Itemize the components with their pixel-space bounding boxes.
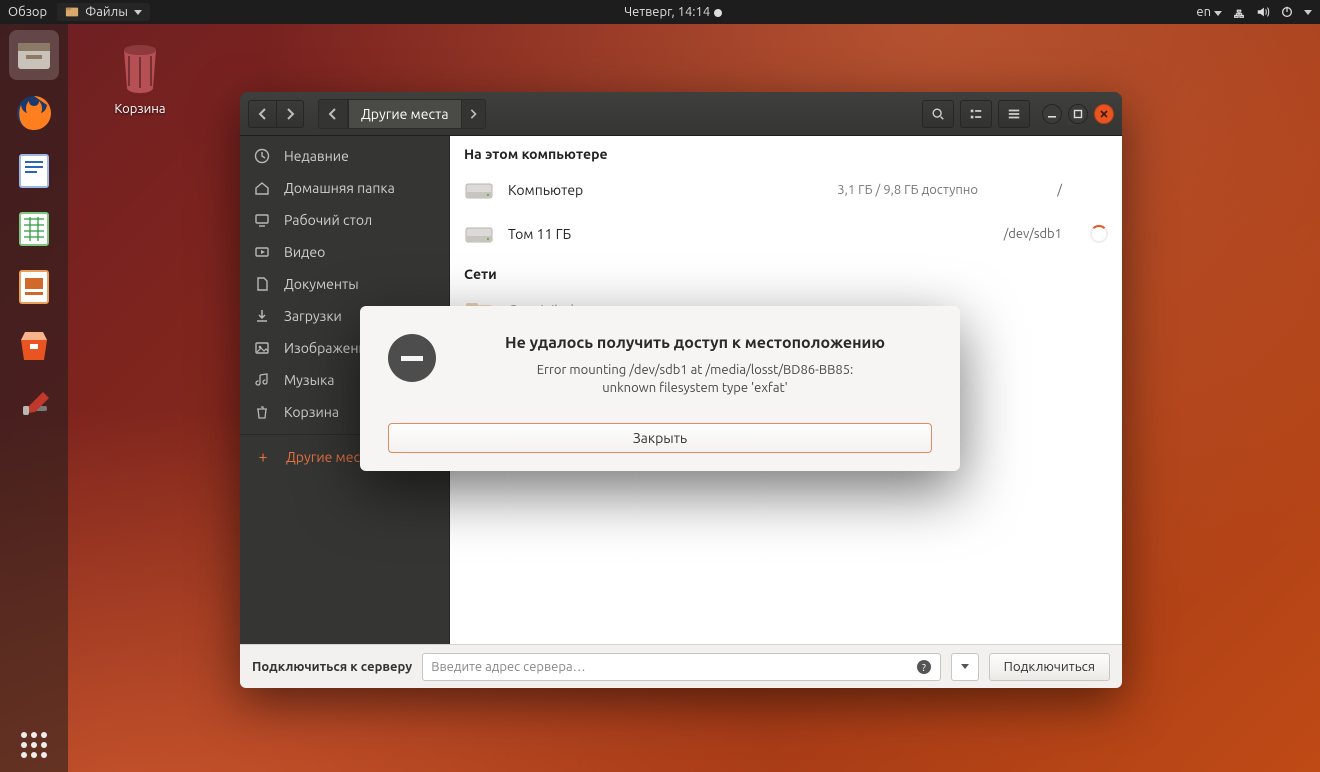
clock-icon bbox=[254, 148, 270, 164]
error-icon bbox=[388, 334, 436, 382]
chevron-down-icon bbox=[1214, 11, 1222, 16]
sidebar-item-label: Недавние bbox=[284, 148, 349, 164]
top-panel: Обзор Файлы Четверг, 14:14 en bbox=[0, 0, 1320, 24]
drive-row[interactable]: Том 11 ГБ/dev/sdb1 bbox=[450, 212, 1122, 256]
dock-icon-archive-manager[interactable] bbox=[9, 30, 59, 80]
clock[interactable]: Четверг, 14:14 bbox=[150, 5, 1197, 19]
drive-name: Компьютер bbox=[508, 182, 823, 198]
drive-meta: 3,1 ГБ / 9,8 ГБ доступно bbox=[837, 183, 978, 197]
window-minimize-button[interactable] bbox=[1042, 104, 1062, 124]
sidebar-item-label: Музыка bbox=[284, 372, 334, 388]
dock-icon-software[interactable] bbox=[9, 320, 59, 370]
app-menu-label: Файлы bbox=[85, 5, 128, 19]
dialog-message-line1: Error mounting /dev/sdb1 at /media/losst… bbox=[458, 362, 932, 380]
view-list-button[interactable] bbox=[960, 100, 992, 128]
sidebar-item-label: Загрузки bbox=[284, 308, 342, 324]
sidebar-item-label: Видео bbox=[284, 244, 325, 260]
image-icon bbox=[254, 340, 270, 356]
dock-icon-calc[interactable] bbox=[9, 204, 59, 254]
chevron-down-icon[interactable] bbox=[1304, 10, 1312, 15]
dock-icon-settings[interactable] bbox=[9, 378, 59, 428]
trash-icon bbox=[254, 404, 270, 420]
window-close-button[interactable] bbox=[1094, 104, 1114, 124]
keyboard-layout-indicator[interactable]: en bbox=[1196, 5, 1222, 19]
svg-text:?: ? bbox=[922, 662, 926, 673]
sidebar-item-label: Корзина bbox=[284, 404, 339, 420]
chevron-down-icon bbox=[134, 10, 142, 15]
connect-button[interactable]: Подключиться bbox=[989, 653, 1110, 681]
dialog-message-line2: unknown filesystem type 'exfat' bbox=[458, 380, 932, 398]
harddrive-icon bbox=[464, 223, 494, 245]
network-icon[interactable] bbox=[1232, 5, 1246, 19]
show-applications-button[interactable] bbox=[0, 732, 68, 758]
dialog-title: Не удалось получить доступ к местоположе… bbox=[458, 334, 932, 352]
path-root-button[interactable] bbox=[318, 99, 348, 129]
nav-back-button[interactable] bbox=[248, 100, 276, 128]
sidebar-item-label: Документы bbox=[284, 276, 359, 292]
sidebar-item-label: Домашняя папка bbox=[284, 180, 395, 196]
server-history-button[interactable] bbox=[951, 653, 979, 681]
plus-icon: + bbox=[254, 448, 272, 466]
dock-icon-writer[interactable] bbox=[9, 146, 59, 196]
dock bbox=[0, 24, 68, 772]
app-menu[interactable]: Файлы bbox=[57, 3, 150, 21]
drive-mount: / bbox=[992, 183, 1062, 197]
download-icon bbox=[254, 308, 270, 324]
sidebar-item-desktop[interactable]: Рабочий стол bbox=[240, 204, 449, 236]
trash-icon bbox=[115, 40, 165, 95]
home-icon bbox=[254, 180, 270, 196]
volume-icon[interactable] bbox=[1256, 5, 1270, 19]
dialog-close-button[interactable]: Закрыть bbox=[388, 423, 932, 453]
section-header-networks: Сети bbox=[450, 256, 1122, 288]
chevron-down-icon bbox=[961, 664, 969, 669]
activities-button[interactable]: Обзор bbox=[8, 5, 47, 19]
files-app-icon bbox=[65, 5, 79, 19]
server-address-placeholder: Введите адрес сервера… bbox=[431, 660, 915, 674]
desktop-icon bbox=[254, 212, 270, 228]
dock-icon-firefox[interactable] bbox=[9, 88, 59, 138]
path-overflow-button[interactable] bbox=[462, 99, 486, 129]
server-address-input[interactable]: Введите адрес сервера… ? bbox=[422, 653, 940, 681]
section-header-this-pc: На этом компьютере bbox=[450, 136, 1122, 168]
hamburger-menu-button[interactable] bbox=[998, 100, 1030, 128]
search-button[interactable] bbox=[922, 100, 954, 128]
sidebar-item-home[interactable]: Домашняя папка bbox=[240, 172, 449, 204]
error-dialog: Не удалось получить доступ к местоположе… bbox=[360, 306, 960, 471]
drive-name: Том 11 ГБ bbox=[508, 226, 964, 242]
notification-dot-icon bbox=[714, 9, 722, 17]
dock-icon-impress[interactable] bbox=[9, 262, 59, 312]
sidebar-item-video[interactable]: Видео bbox=[240, 236, 449, 268]
desktop-icon-trash[interactable]: Корзина bbox=[100, 40, 180, 116]
connect-label: Подключиться к серверу bbox=[252, 660, 412, 674]
drive-row[interactable]: Компьютер 3,1 ГБ / 9,8 ГБ доступно / bbox=[450, 168, 1122, 212]
sidebar-item-label: Рабочий стол bbox=[284, 212, 372, 228]
window-maximize-button[interactable] bbox=[1068, 104, 1088, 124]
drive-mount: /dev/sdb1 bbox=[992, 227, 1062, 241]
video-icon bbox=[254, 244, 270, 260]
connect-to-server-bar: Подключиться к серверу Введите адрес сер… bbox=[240, 644, 1122, 688]
window-titlebar[interactable]: Другие места bbox=[240, 92, 1122, 136]
path-bar: Другие места bbox=[318, 99, 916, 129]
music-icon bbox=[254, 372, 270, 388]
loading-spinner-icon bbox=[1090, 225, 1108, 243]
path-segment-active[interactable]: Другие места bbox=[348, 99, 462, 129]
power-icon[interactable] bbox=[1280, 5, 1294, 19]
sidebar-item-clock[interactable]: Недавние bbox=[240, 140, 449, 172]
desktop-icon-label: Корзина bbox=[100, 102, 180, 116]
doc-icon bbox=[254, 276, 270, 292]
help-icon: ? bbox=[916, 659, 932, 675]
nav-forward-button[interactable] bbox=[276, 100, 304, 128]
harddrive-icon bbox=[464, 179, 494, 201]
sidebar-item-doc[interactable]: Документы bbox=[240, 268, 449, 300]
